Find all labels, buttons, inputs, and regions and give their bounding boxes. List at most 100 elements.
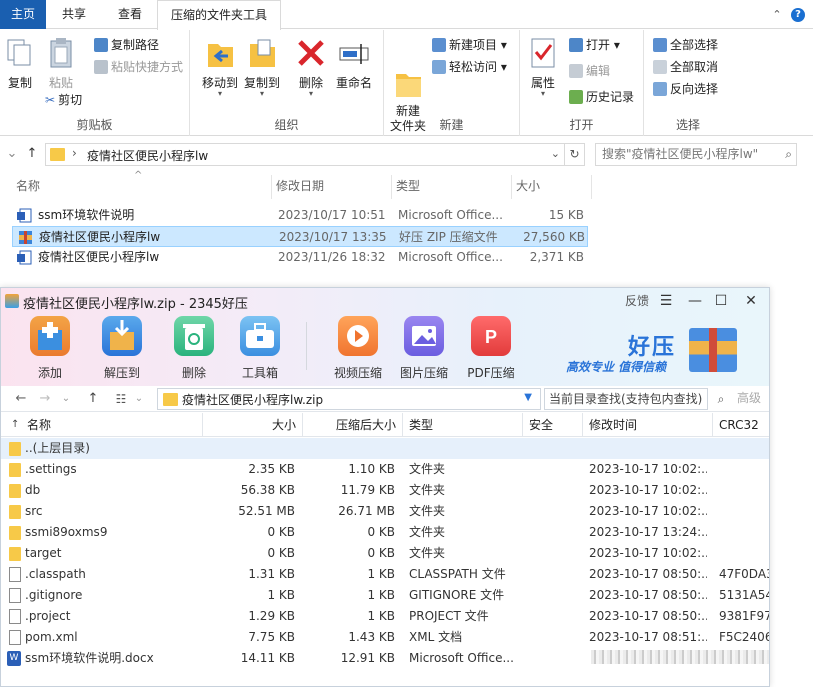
archive-item-size: 1 KB bbox=[267, 588, 295, 602]
tab-compressed-folder-tools[interactable]: 压缩的文件夹工具 bbox=[157, 0, 281, 30]
address-path: 疫情社区便民小程序lw bbox=[87, 149, 209, 163]
paste-label: 粘贴 bbox=[48, 76, 73, 90]
column-type[interactable]: 类型 bbox=[392, 175, 512, 199]
menu-icon[interactable]: ☰ bbox=[656, 291, 676, 311]
file-row-selected[interactable]: 疫情社区便民小程序lw 2023/10/17 13:35 好压 ZIP 压缩文件… bbox=[12, 226, 588, 247]
col-size[interactable]: 大小 bbox=[203, 413, 303, 437]
new-item-button[interactable]: 新建项目 ▾ bbox=[432, 35, 507, 55]
open-icon bbox=[569, 38, 583, 52]
maximize-icon[interactable]: ☐ bbox=[711, 291, 731, 311]
back-arrow-icon[interactable]: ← bbox=[11, 389, 31, 409]
archive-item-type: 文件夹 bbox=[409, 504, 446, 518]
archive-item-packed-size: 12.91 KB bbox=[340, 651, 395, 665]
col-security[interactable]: 安全 bbox=[523, 413, 583, 437]
extract-icon bbox=[102, 316, 142, 356]
file-row[interactable]: 疫情社区便民小程序lw 2023/11/26 18:32 Microsoft O… bbox=[12, 247, 588, 268]
archive-path: 疫情社区便民小程序lw.zip bbox=[182, 393, 324, 407]
archive-row[interactable]: .gitignore 1 KB 1 KB GITIGNORE 文件 2023-10-17… bbox=[1, 585, 769, 606]
edit-button[interactable]: 编辑 bbox=[569, 61, 610, 81]
forward-arrow-icon[interactable]: → bbox=[35, 389, 55, 409]
archive-row[interactable]: db 56.38 KB 11.79 KB 文件夹 2023-10-17 10:02:..… bbox=[1, 480, 769, 501]
refresh-icon[interactable]: ↻ bbox=[565, 143, 585, 166]
properties-button[interactable]: 属性 ▾ bbox=[526, 36, 560, 98]
rename-button[interactable]: 重命名 bbox=[332, 36, 376, 91]
select-none-button[interactable]: 全部取消 bbox=[653, 57, 718, 77]
search-icon[interactable]: ⌕ bbox=[710, 388, 732, 410]
archive-row[interactable]: target 0 KB 0 KB 文件夹 2023-10-17 10:02:... bbox=[1, 543, 769, 564]
archive-item-size: 1.31 KB bbox=[248, 567, 295, 581]
archive-row[interactable]: pom.xml 7.75 KB 1.43 KB XML 文档 2023-10-17 08… bbox=[1, 627, 769, 648]
select-all-button[interactable]: 全部选择 bbox=[653, 35, 718, 55]
tab-share[interactable]: 共享 bbox=[51, 0, 97, 29]
file-row[interactable]: ssm环境软件说明 2023/10/17 10:51 Microsoft Off… bbox=[12, 205, 588, 226]
open-button[interactable]: 打开 ▾ bbox=[569, 35, 620, 55]
archive-row[interactable]: src 52.51 MB 26.71 MB 文件夹 2023-10-17 10:02:.… bbox=[1, 501, 769, 522]
pdf-compress-button[interactable]: P PDF压缩 bbox=[456, 316, 526, 381]
help-icon[interactable]: ? bbox=[791, 8, 805, 22]
archive-item-size: 1.29 KB bbox=[248, 609, 295, 623]
invert-selection-button[interactable]: 反向选择 bbox=[653, 79, 718, 99]
archive-item-type: 文件夹 bbox=[409, 462, 446, 476]
col-modified[interactable]: 修改时间 bbox=[583, 413, 713, 437]
haozip-brand-banner: 好压 高效专业 值得信赖 bbox=[566, 324, 746, 378]
paste-button[interactable]: 粘贴 bbox=[44, 36, 78, 91]
collapse-ribbon-icon[interactable]: ⌃ bbox=[770, 8, 784, 22]
haozip-logo-icon bbox=[689, 328, 737, 372]
chevron-down-icon[interactable]: ⌄ bbox=[551, 147, 560, 160]
col-type[interactable]: 类型 bbox=[403, 413, 523, 437]
file-type: 好压 ZIP 压缩文件 bbox=[399, 230, 498, 244]
col-name[interactable]: 名称 bbox=[1, 413, 203, 437]
search-input[interactable]: 搜索"疫情社区便民小程序lw" ⌕ bbox=[595, 143, 797, 166]
file-date: 2023/10/17 10:51 bbox=[278, 208, 386, 222]
select-all-label: 全部选择 bbox=[670, 38, 719, 52]
history-label: 历史记录 bbox=[586, 90, 635, 104]
tab-view[interactable]: 查看 bbox=[107, 0, 153, 29]
column-date[interactable]: 修改日期 bbox=[272, 175, 392, 199]
col-packed-size[interactable]: 压缩后大小 bbox=[303, 413, 403, 437]
archive-item-name: .classpath bbox=[25, 567, 86, 581]
view-mode-icon[interactable]: ☷ bbox=[111, 389, 131, 409]
archive-row[interactable]: .settings 2.35 KB 1.10 KB 文件夹 2023-10-17 10:… bbox=[1, 459, 769, 480]
toolbox-button[interactable]: 工具箱 bbox=[225, 316, 295, 381]
archive-row[interactable]: ..(上层目录) bbox=[1, 438, 769, 459]
add-button[interactable]: 添加 bbox=[15, 316, 85, 381]
advanced-search-link[interactable]: 高级 bbox=[737, 389, 761, 406]
move-to-button[interactable]: 移动到 ▾ bbox=[200, 36, 240, 98]
tab-home[interactable]: 主页 bbox=[0, 0, 46, 29]
minimize-icon[interactable]: — bbox=[685, 291, 705, 311]
view-mode-dropdown-icon[interactable]: ⌄ bbox=[129, 389, 149, 409]
paste-shortcut-button[interactable]: 粘贴快捷方式 bbox=[94, 57, 183, 77]
delete-archive-button[interactable]: 删除 bbox=[159, 316, 229, 381]
archive-path-bar[interactable]: 疫情社区便民小程序lw.zip ▼ bbox=[157, 388, 541, 410]
select-none-label: 全部取消 bbox=[670, 60, 719, 74]
history-button[interactable]: 历史记录 bbox=[569, 87, 634, 107]
archive-item-packed-size: 11.79 KB bbox=[340, 483, 395, 497]
col-crc32[interactable]: CRC32 bbox=[713, 413, 769, 437]
easy-access-button[interactable]: 轻松访问 ▾ bbox=[432, 57, 507, 77]
delete-button[interactable]: 删除 ▾ bbox=[294, 36, 328, 98]
recent-locations-icon[interactable]: ⌄ bbox=[4, 146, 20, 162]
column-size[interactable]: 大小 bbox=[512, 175, 592, 199]
image-compress-button[interactable]: 图片压缩 bbox=[389, 316, 459, 381]
copy-to-button[interactable]: 复制到 ▾ bbox=[242, 36, 282, 98]
redacted-text-strip bbox=[591, 650, 769, 664]
history-dropdown-icon[interactable]: ⌄ bbox=[56, 389, 76, 409]
up-arrow-icon[interactable]: ↑ bbox=[83, 389, 103, 409]
feedback-link[interactable]: 反馈 bbox=[625, 292, 649, 309]
archive-row[interactable]: .project 1.29 KB 1 KB PROJECT 文件 2023-10-17 … bbox=[1, 606, 769, 627]
archive-row[interactable]: .classpath 1.31 KB 1 KB CLASSPATH 文件 2023-10… bbox=[1, 564, 769, 585]
archive-row[interactable]: ssmi89oxms9 0 KB 0 KB 文件夹 2023-10-17 13:24:.… bbox=[1, 522, 769, 543]
close-icon[interactable]: ✕ bbox=[741, 291, 761, 311]
archive-search-input[interactable]: 当前目录查找(支持包内查找) bbox=[544, 388, 708, 410]
address-bar[interactable]: › 疫情社区便民小程序lw ⌄ bbox=[45, 143, 565, 166]
archive-item-size: 52.51 MB bbox=[238, 504, 295, 518]
extract-to-button[interactable]: 解压到 bbox=[87, 316, 157, 381]
up-arrow-icon[interactable]: ↑ bbox=[24, 146, 40, 162]
copy-label: 复制 bbox=[7, 76, 32, 90]
video-compress-button[interactable]: 视频压缩 bbox=[323, 316, 393, 381]
copy-path-button[interactable]: 复制路径 bbox=[94, 35, 159, 55]
chevron-down-icon[interactable]: ▼ bbox=[524, 392, 532, 403]
copy-button[interactable]: 复制 bbox=[3, 36, 37, 91]
select-group: 全部选择 全部取消 反向选择 选择 bbox=[644, 30, 732, 136]
cut-button[interactable]: ✂ 剪切 bbox=[45, 90, 82, 110]
